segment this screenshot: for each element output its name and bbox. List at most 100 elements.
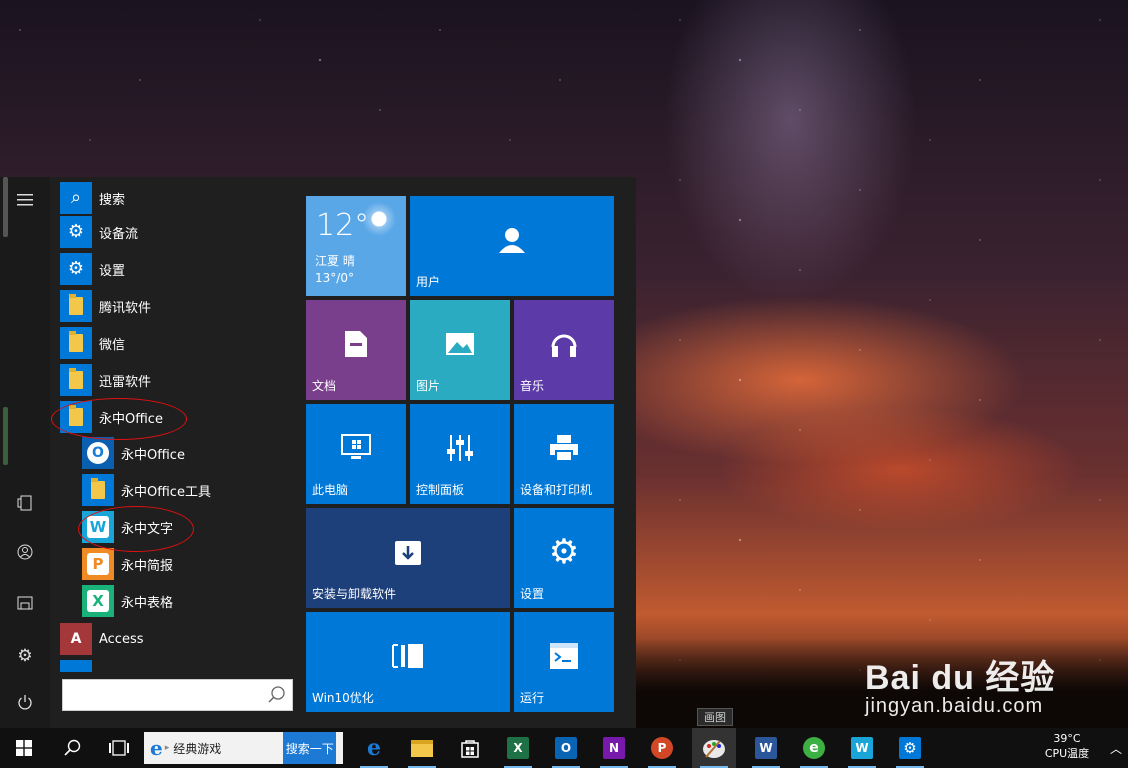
weather-temperature: 12° (316, 208, 370, 243)
pictures-rail-button[interactable] (10, 588, 40, 618)
taskbar-app-file-explorer[interactable] (400, 728, 444, 768)
gear-icon: ⚙ (60, 253, 92, 285)
app-label: 永中表格 (121, 595, 174, 611)
tile-label: 图片 (416, 379, 441, 393)
taskbar-app-green-browser[interactable]: e (792, 728, 836, 768)
dropdown-arrow-icon: ▸ (164, 743, 170, 753)
tile-label: Win10优化 (312, 691, 374, 705)
settings-taskbar-icon: ⚙ (899, 737, 921, 759)
power-rail-button[interactable] (10, 687, 40, 717)
tile-label: 此电脑 (312, 483, 349, 497)
tile-run[interactable]: 运行 (514, 612, 614, 712)
app-item-xunlei-software[interactable]: 迅雷软件 (60, 363, 296, 397)
start-button[interactable] (2, 728, 46, 768)
download-box-icon (395, 541, 421, 565)
app-item-yozo-spreadsheet[interactable]: X 永中表格 (82, 584, 296, 618)
gear-icon: ⚙ (17, 646, 33, 666)
app-label: 微信 (99, 337, 126, 353)
tile-label: 用户 (416, 275, 441, 289)
yozo-spreadsheet-glyph: X (87, 590, 109, 612)
folder-icon (60, 290, 92, 322)
taskbar-app-powerpoint[interactable]: P (640, 728, 684, 768)
cpu-temperature-widget[interactable]: 39°C CPU温度 (1032, 732, 1102, 761)
tile-install-uninstall[interactable]: 安装与卸载软件 (306, 508, 510, 608)
ie-icon: e (150, 736, 163, 760)
yozo-office-glyph: O (87, 442, 109, 464)
search-icon (64, 739, 81, 756)
app-label: 腾讯软件 (99, 300, 152, 316)
tile-label: 音乐 (520, 379, 545, 393)
taskbar-app-store[interactable] (448, 728, 492, 768)
ie-search-text[interactable]: 经典游戏 (173, 740, 283, 757)
taskbar-app-excel[interactable]: X (496, 728, 540, 768)
taskbar-search-button[interactable] (50, 728, 94, 768)
documents-rail-button[interactable] (10, 488, 40, 518)
tile-this-pc[interactable]: 此电脑 (306, 404, 406, 504)
app-item-search[interactable]: ⌕ 搜索 (60, 181, 296, 215)
app-item-settings[interactable]: ⚙ 设置 (60, 252, 296, 286)
user-icon (499, 228, 525, 253)
ie-search-button[interactable]: 搜索一下 (283, 732, 337, 764)
taskbar-app-outlook[interactable]: O (544, 728, 588, 768)
run-icon (550, 643, 578, 669)
taskbar-app-settings[interactable]: ⚙ (888, 728, 932, 768)
tablet-icon (17, 495, 32, 511)
tile-pictures[interactable]: 图片 (410, 300, 510, 400)
app-label: 永中Office (121, 447, 185, 463)
cpu-temperature-label: CPU温度 (1044, 747, 1090, 760)
system-tray: 39°C CPU温度 ︿ (1028, 728, 1128, 768)
hamburger-menu-button[interactable] (10, 185, 40, 215)
taskbar-app-word[interactable]: W (744, 728, 788, 768)
account-rail-button[interactable] (10, 537, 40, 567)
edge-icon: e (367, 735, 381, 761)
app-item-yozo-office[interactable]: O 永中Office (82, 436, 296, 470)
power-icon (18, 695, 32, 710)
taskbar-app-yozo-writer[interactable]: W (840, 728, 884, 768)
tile-settings[interactable]: ⚙ 设置 (514, 508, 614, 608)
taskbar-app-edge[interactable]: e (352, 728, 396, 768)
app-item-device-stream[interactable]: ⚙ 设备流 (60, 215, 296, 249)
tile-control-panel[interactable]: 控制面板 (410, 404, 510, 504)
task-view-icon (109, 740, 129, 756)
weather-range: 13°/0° (315, 271, 354, 285)
tile-music[interactable]: 音乐 (514, 300, 614, 400)
taskbar-tooltip: 画图 (697, 708, 733, 726)
weather-city: 江夏 晴 (315, 254, 355, 268)
tile-user[interactable]: 用户 (410, 196, 614, 296)
word-icon: W (755, 737, 777, 759)
taskbar-app-onenote[interactable]: N (592, 728, 636, 768)
tile-label: 控制面板 (416, 483, 465, 497)
app-item-tencent-software[interactable]: 腾讯软件 (60, 289, 296, 323)
tile-devices-printers[interactable]: 设备和打印机 (514, 404, 614, 504)
headphones-icon (551, 334, 577, 357)
annotation-ellipse (51, 398, 187, 440)
start-search-input[interactable] (63, 680, 263, 710)
app-item-wechat[interactable]: 微信 (60, 326, 296, 360)
document-icon (345, 331, 367, 357)
app-icon (60, 660, 92, 672)
app-label: 搜索 (99, 192, 126, 208)
excel-icon: X (507, 737, 529, 759)
printer-icon (550, 435, 578, 462)
task-view-button[interactable] (97, 728, 141, 768)
app-item-partial (60, 659, 296, 672)
store-icon (461, 740, 479, 758)
folder-icon (60, 327, 92, 359)
app-label: Access (99, 631, 144, 647)
app-label: 迅雷软件 (99, 374, 152, 390)
hamburger-icon (17, 194, 33, 206)
start-search-box[interactable] (62, 679, 293, 711)
settings-rail-button[interactable]: ⚙ (10, 641, 40, 671)
app-item-yozo-office-tools[interactable]: 永中Office工具 (82, 473, 296, 507)
tile-documents[interactable]: 文档 (306, 300, 406, 400)
sliders-icon (447, 435, 473, 461)
cpu-temperature-value: 39°C (1053, 732, 1081, 745)
tile-win10-optimize[interactable]: Win10优化 (306, 612, 510, 712)
ie-search-bar[interactable]: e ▸ 经典游戏 搜索一下 (144, 732, 343, 764)
tile-weather[interactable]: 12° 江夏 晴 13°/0° (306, 196, 406, 296)
app-item-yozo-presentation[interactable]: P 永中简报 (82, 547, 296, 581)
scroll-indicator-top (3, 177, 8, 237)
taskbar-app-paint[interactable] (692, 728, 736, 768)
tray-expand-button[interactable]: ︿ (1110, 740, 1122, 757)
app-item-access[interactable]: A Access (60, 622, 296, 656)
